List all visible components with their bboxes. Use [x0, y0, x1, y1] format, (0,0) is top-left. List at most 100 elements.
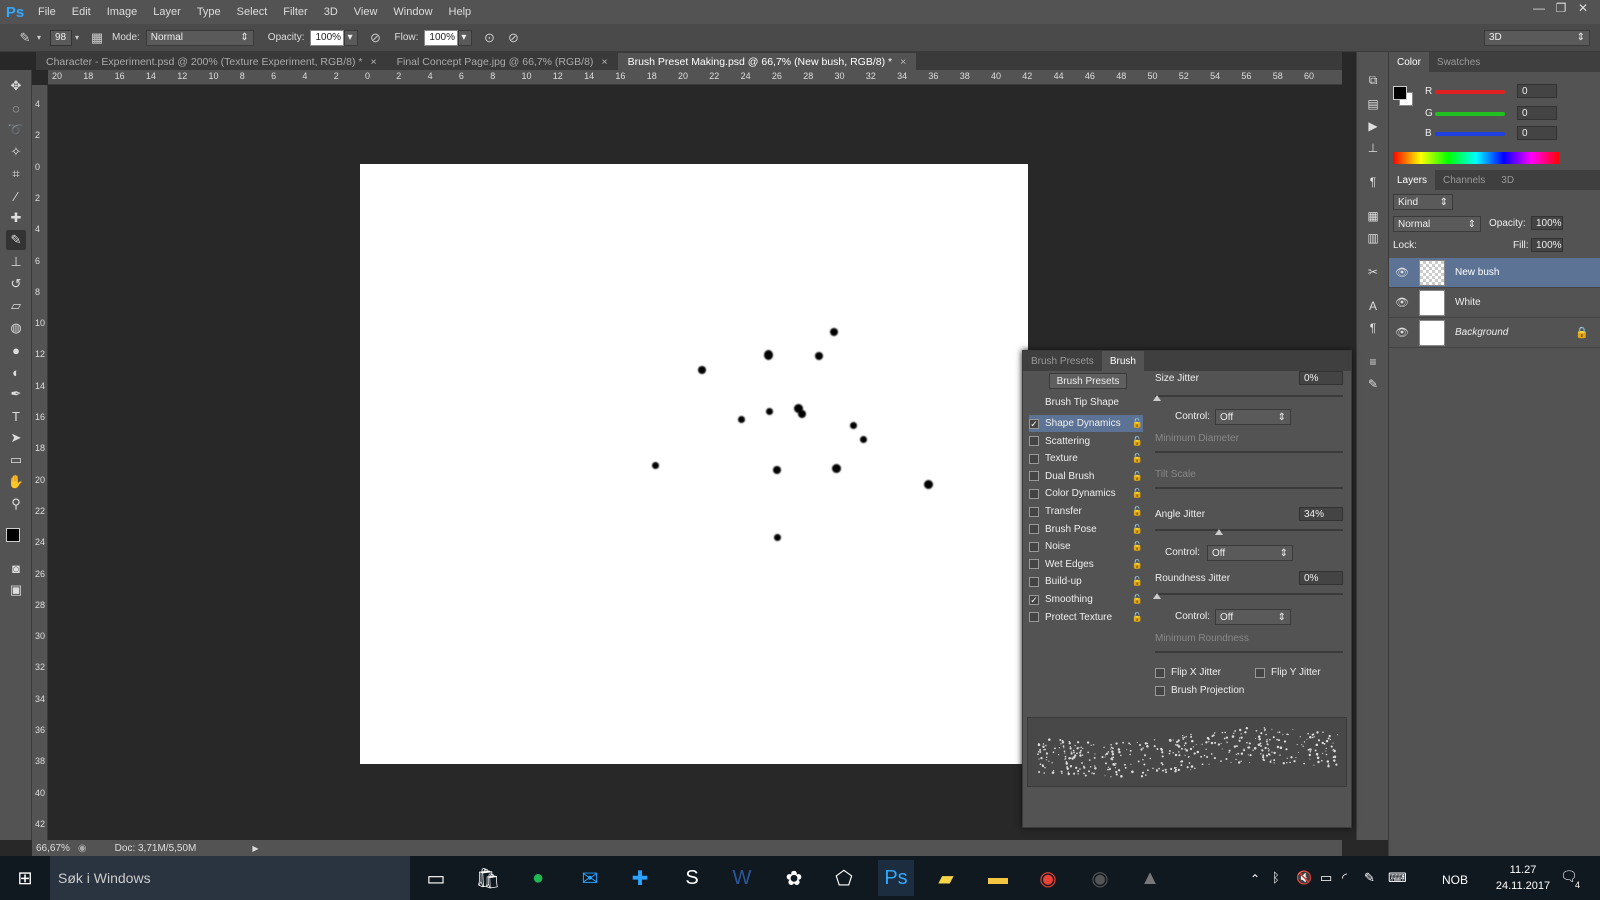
spotify-icon[interactable]: ● [520, 860, 556, 896]
tab-character-experiment[interactable]: Character - Experiment.psd @ 200% (Textu… [36, 53, 387, 70]
brush-option-protect-texture[interactable]: Protect Texture 🔓 [1029, 609, 1143, 626]
clone-source-icon[interactable]: ⊥ [1363, 138, 1383, 158]
checkbox[interactable] [1155, 685, 1165, 696]
workspace-dropdown[interactable]: 3D ⇕ [1484, 29, 1590, 46]
lock-icon[interactable]: 🔓 [1132, 418, 1143, 429]
checkbox[interactable] [1029, 541, 1039, 552]
move-tool-icon[interactable]: ✥ [6, 76, 26, 96]
language-indicator[interactable]: NOB [1442, 873, 1468, 887]
lock-icon[interactable]: 🔓 [1132, 524, 1143, 535]
zoom-tool-icon[interactable]: ⚲ [6, 494, 26, 514]
share-icon[interactable]: ◉ [78, 843, 87, 854]
lock-icon[interactable]: 🔓 [1132, 506, 1143, 517]
size-jitter-slider[interactable] [1155, 395, 1343, 397]
brush-option-dual-brush[interactable]: Dual Brush 🔓 [1029, 468, 1143, 485]
photos-icon[interactable]: ▲ [1132, 860, 1168, 896]
angle-jitter-input[interactable]: 34% [1299, 507, 1343, 521]
brush-projection-checkbox[interactable]: Brush Projection [1155, 685, 1244, 696]
lock-icon[interactable]: 🔓 [1132, 594, 1143, 605]
messenger-icon[interactable]: ✉ [572, 860, 608, 896]
eye-icon[interactable]: 👁 [1393, 326, 1411, 339]
lock-icon[interactable]: 🔓 [1132, 488, 1143, 499]
menu-edit[interactable]: Edit [64, 6, 99, 18]
brush-option-smoothing[interactable]: ✓ Smoothing 🔓 [1029, 591, 1143, 608]
pen-tool-icon[interactable]: ✒ [6, 384, 26, 404]
volume-icon[interactable]: 🔇 [1296, 870, 1312, 886]
b-input[interactable]: 0 [1517, 126, 1557, 140]
chevron-down-icon[interactable]: ▾ [34, 29, 44, 47]
crop-tool-icon[interactable]: ⌗ [6, 164, 26, 184]
paragraph-panel-icon[interactable]: ¶ [1363, 318, 1383, 338]
r-input[interactable]: 0 [1517, 84, 1557, 98]
info-icon[interactable]: ▥ [1363, 228, 1383, 248]
tab-brush[interactable]: Brush [1101, 351, 1144, 371]
brush-presets-icon[interactable]: ¶ [1363, 172, 1383, 192]
eyedropper-tool-icon[interactable]: ⁄ [6, 186, 26, 206]
angle-jitter-slider[interactable] [1155, 529, 1343, 531]
g-input[interactable]: 0 [1517, 106, 1557, 120]
brush-panel-toggle-icon[interactable]: ▦ [88, 29, 106, 47]
brush-option-texture[interactable]: Texture 🔓 [1029, 450, 1143, 467]
checkbox[interactable] [1029, 576, 1039, 587]
play-icon[interactable]: ▶ [1363, 116, 1383, 136]
layer-row-white[interactable]: 👁 White [1389, 288, 1600, 318]
brush-picker-chevron-icon[interactable]: ▾ [72, 29, 82, 47]
word-icon[interactable]: W [724, 860, 760, 896]
menu-3d[interactable]: 3D [316, 6, 346, 18]
checkbox[interactable]: ✓ [1029, 418, 1039, 429]
foreground-color-swatch[interactable] [6, 528, 20, 542]
keyboard-icon[interactable]: ⌨ [1388, 870, 1407, 886]
eye-icon[interactable]: 👁 [1393, 266, 1411, 279]
lock-icon[interactable]: 🔓 [1132, 453, 1143, 464]
checkbox[interactable] [1255, 667, 1265, 678]
flow-dropdown[interactable]: ▾ [458, 29, 473, 46]
roundness-control-dropdown[interactable]: Off ⇕ [1215, 609, 1291, 625]
brush-option-transfer[interactable]: Transfer 🔓 [1029, 503, 1143, 520]
menu-window[interactable]: Window [385, 6, 440, 18]
g-slider[interactable] [1435, 112, 1505, 116]
kind-filter-dropdown[interactable]: Kind ⇕ [1393, 194, 1453, 210]
brush-tool-icon[interactable]: ✎ [6, 230, 26, 250]
properties-icon[interactable]: ▦ [1363, 206, 1383, 226]
checkbox[interactable] [1029, 524, 1039, 535]
hand-tool-icon[interactable]: ✋ [6, 472, 26, 492]
roundness-jitter-input[interactable]: 0% [1299, 571, 1343, 585]
checkbox[interactable] [1029, 471, 1039, 482]
flow-input[interactable]: 100% [424, 29, 459, 46]
lasso-tool-icon[interactable]: ➰ [6, 120, 26, 140]
pressure-size-icon[interactable]: ⊘ [504, 29, 522, 47]
paint-bucket-tool-icon[interactable]: ◍ [6, 318, 26, 338]
brush-option-brush-pose[interactable]: Brush Pose 🔓 [1029, 521, 1143, 538]
app-plus-icon[interactable]: ✚ [622, 860, 658, 896]
flip-x-checkbox[interactable]: Flip X Jitter [1155, 667, 1221, 678]
battery-icon[interactable]: ▭ [1320, 870, 1332, 886]
menu-layer[interactable]: Layer [145, 6, 189, 18]
checkbox[interactable] [1029, 453, 1039, 464]
chrome-dim-icon[interactable]: ◉ [1082, 860, 1118, 896]
checkbox[interactable]: ✓ [1029, 594, 1039, 605]
character-panel-icon[interactable]: A [1363, 296, 1383, 316]
brush-option-noise[interactable]: Noise 🔓 [1029, 538, 1143, 555]
menu-select[interactable]: Select [229, 6, 276, 18]
app-icon[interactable]: ✿ [776, 860, 812, 896]
healing-tool-icon[interactable]: ✚ [6, 208, 26, 228]
checkbox[interactable] [1029, 612, 1039, 623]
tab-brush-presets[interactable]: Brush Presets [1023, 351, 1102, 371]
minimize-button[interactable]: — [1528, 0, 1550, 16]
adjustments-icon[interactable]: ≡ [1363, 352, 1383, 372]
tab-final-concept[interactable]: Final Concept Page.jpg @ 66,7% (RGB/8) × [387, 53, 618, 70]
chrome-icon[interactable]: ◉ [1030, 860, 1066, 896]
wifi-icon[interactable]: ◜ [1342, 870, 1347, 886]
lock-icon[interactable]: 🔓 [1132, 576, 1143, 587]
fill-input[interactable]: 100% [1531, 238, 1563, 252]
rectangle-tool-icon[interactable]: ▭ [6, 450, 26, 470]
tray-chevron-icon[interactable]: ⌃ [1250, 872, 1260, 886]
foreground-color-swatch[interactable] [1393, 86, 1407, 100]
screen-mode-icon[interactable]: ▣ [6, 580, 26, 600]
document-canvas[interactable] [360, 164, 1028, 764]
brush-option-wet-edges[interactable]: Wet Edges 🔓 [1029, 556, 1143, 573]
airbrush-icon[interactable]: ⊙ [480, 29, 498, 47]
type-tool-icon[interactable]: T [6, 406, 26, 426]
opacity-dropdown[interactable]: ▾ [344, 29, 359, 46]
angle-control-dropdown[interactable]: Off ⇕ [1207, 545, 1293, 561]
